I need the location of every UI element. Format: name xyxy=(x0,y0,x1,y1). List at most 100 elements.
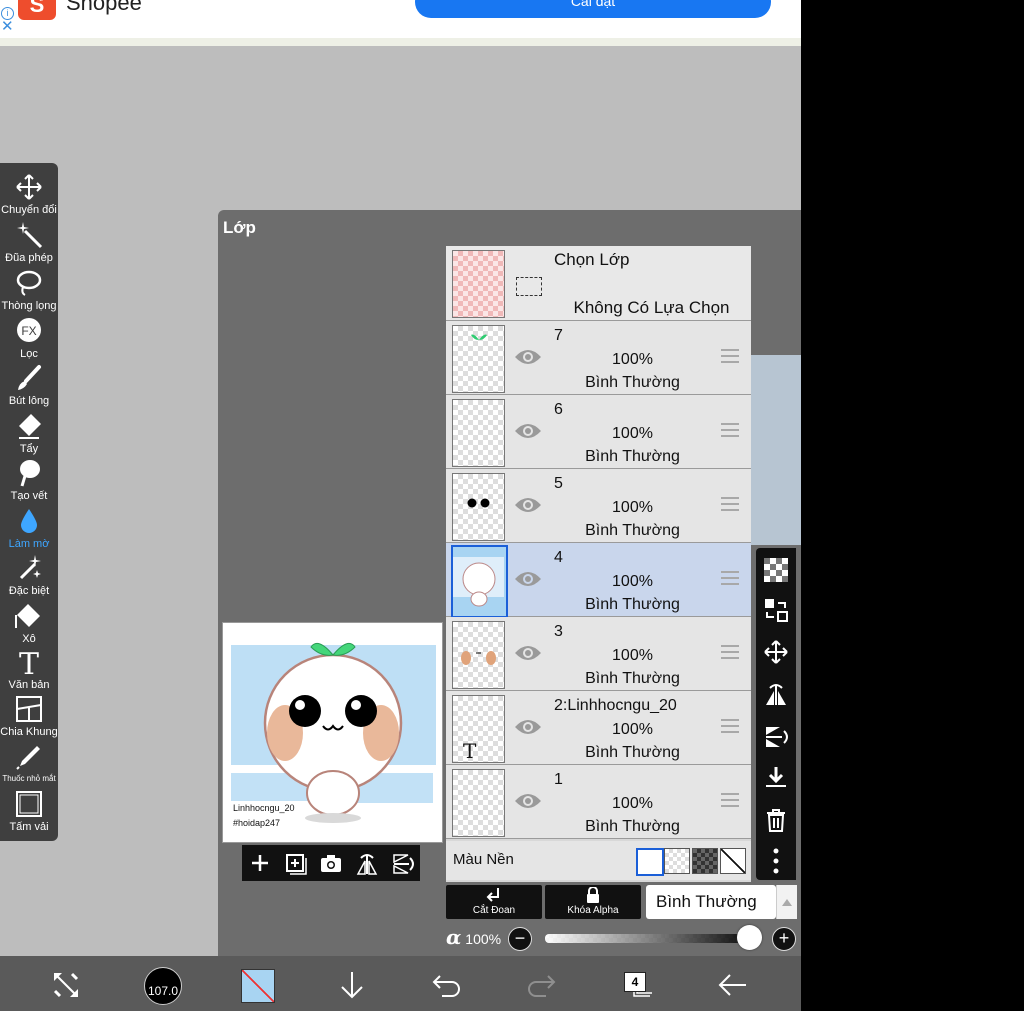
ad-banner[interactable]: S Shopee Cài đặt i ✕ xyxy=(0,0,801,38)
drag-handle-icon[interactable] xyxy=(721,719,739,737)
alpha-lock-icon xyxy=(587,887,599,903)
tool-label: Tấm vải xyxy=(9,821,49,833)
merge-down-icon[interactable] xyxy=(764,766,788,790)
tool-label: Tạo vết xyxy=(10,490,48,502)
undo-icon[interactable] xyxy=(432,972,462,998)
add-layer-icon[interactable] xyxy=(250,853,270,873)
drag-handle-icon[interactable] xyxy=(721,645,739,663)
layer-row[interactable]: 1 100% Bình Thường xyxy=(446,765,751,839)
color-swatch-button[interactable] xyxy=(241,969,275,1003)
layer-row[interactable]: 6 100% Bình Thường xyxy=(446,395,751,469)
back-arrow-icon[interactable] xyxy=(718,972,748,998)
bg-dark-checker-swatch[interactable] xyxy=(692,848,718,874)
layer-row[interactable]: T 2:Linhhocngu_20 100% Bình Thường xyxy=(446,691,751,765)
opacity-increase-button[interactable]: + xyxy=(772,927,796,951)
drag-handle-icon[interactable] xyxy=(721,793,739,811)
clip-button[interactable]: Cắt Đoan xyxy=(446,885,542,919)
more-vertical-icon[interactable] xyxy=(764,848,788,874)
tool-eyedropper[interactable]: Thuốc nhỏ mắt xyxy=(0,743,58,790)
tool-move[interactable]: Chuyển đổi xyxy=(0,173,58,220)
watermark-name: Linhhocngu_20 xyxy=(233,803,295,813)
tool-magic-wand[interactable]: Đũa phép xyxy=(0,221,58,268)
bg-light-checker-swatch[interactable] xyxy=(664,848,690,874)
add-special-layer-icon[interactable] xyxy=(285,853,307,875)
layer-row-selected[interactable]: 4 100% Bình Thường xyxy=(446,543,751,618)
layers-button[interactable]: 4 xyxy=(624,972,646,992)
drag-handle-icon[interactable] xyxy=(721,423,739,441)
tool-brush[interactable]: Bút lông xyxy=(0,364,58,411)
alpha-lock-button[interactable]: Khóa Alpha xyxy=(545,885,641,919)
brush-size-value: 107.0 xyxy=(147,984,179,998)
opacity-slider-knob[interactable] xyxy=(737,925,762,950)
eye-icon[interactable] xyxy=(514,643,542,663)
preview-flip-horizontal-icon[interactable] xyxy=(356,853,378,875)
tool-filter[interactable]: FX Lọc xyxy=(0,317,58,364)
preview-flip-vertical-icon[interactable] xyxy=(392,853,414,875)
tool-lasso[interactable]: Thòng lọng xyxy=(0,269,58,316)
drag-handle-icon[interactable] xyxy=(721,497,739,515)
layer-opacity: 100% xyxy=(612,499,653,516)
eye-icon[interactable] xyxy=(514,421,542,441)
redo-icon[interactable] xyxy=(526,972,556,998)
fx-icon: FX xyxy=(17,318,41,342)
selection-status: Không Có Lựa Chọn xyxy=(573,298,730,317)
frame-divider-icon xyxy=(16,696,42,722)
layer-name: 6 xyxy=(554,401,563,418)
layer-swap-icon[interactable] xyxy=(764,598,788,622)
eye-icon[interactable] xyxy=(514,347,542,367)
opacity-value: 100% xyxy=(465,931,502,947)
bottom-toolbar xyxy=(0,956,801,1011)
brush-size-indicator[interactable]: 107.0 xyxy=(144,967,182,1005)
layer-row[interactable]: 5 100% Bình Thường xyxy=(446,469,751,543)
tool-label: Chuyển đổi xyxy=(1,204,57,216)
layer-name: 5 xyxy=(554,475,563,492)
layer-move-icon[interactable] xyxy=(764,640,788,664)
tool-eraser[interactable]: Tẩy xyxy=(0,412,58,459)
flip-horizontal-icon[interactable] xyxy=(764,683,788,707)
tool-smudge[interactable]: Tạo vết xyxy=(0,459,58,506)
tool-bucket[interactable]: Xô xyxy=(0,602,58,649)
tool-canvas[interactable]: Tấm vải xyxy=(0,790,58,837)
ad-install-button[interactable]: Cài đặt xyxy=(415,0,771,18)
watermark-tag: #hoidap247 xyxy=(233,818,281,828)
layer-row[interactable]: 7 100% Bình Thường xyxy=(446,321,751,395)
tool-blur[interactable]: Làm mờ xyxy=(0,507,58,554)
tool-text[interactable]: T Văn bản xyxy=(0,648,58,695)
drag-handle-icon[interactable] xyxy=(721,571,739,589)
layer-row[interactable]: 3 100% Bình Thường xyxy=(446,617,751,691)
tool-label: Lọc xyxy=(20,348,38,360)
transform-tool-icon[interactable] xyxy=(52,971,80,999)
canvas-preview[interactable]: Linhhocngu_20 #hoidap247 xyxy=(222,622,443,843)
special-icon xyxy=(19,555,41,580)
camera-icon[interactable] xyxy=(320,853,342,873)
eye-icon[interactable] xyxy=(514,495,542,515)
transparency-checker-icon[interactable] xyxy=(764,558,788,582)
flip-vertical-icon[interactable] xyxy=(764,725,788,749)
layer-thumbnail xyxy=(452,621,505,689)
blend-mode-select[interactable]: Bình Thường xyxy=(646,885,776,919)
blend-mode-toggle[interactable] xyxy=(776,885,797,919)
tool-label: Thuốc nhỏ mắt xyxy=(2,774,56,783)
selection-layer-row[interactable]: Chọn Lớp Không Có Lựa Chọn xyxy=(446,246,751,321)
tool-frame-divider[interactable]: Chia Khung xyxy=(0,695,58,742)
trash-icon[interactable] xyxy=(764,808,788,832)
eye-icon[interactable] xyxy=(514,791,542,811)
opacity-slider[interactable] xyxy=(545,934,750,943)
chevron-up-icon xyxy=(782,899,792,906)
eye-icon[interactable] xyxy=(514,569,542,589)
bg-white-swatch[interactable] xyxy=(636,848,664,876)
ad-close-icon[interactable]: ✕ xyxy=(1,19,14,35)
opacity-decrease-button[interactable]: − xyxy=(508,927,532,951)
bg-none-swatch[interactable] xyxy=(720,848,746,874)
drag-handle-icon[interactable] xyxy=(721,349,739,367)
eye-icon[interactable] xyxy=(514,717,542,737)
panel-title: Lớp xyxy=(223,218,256,237)
layer-opacity: 100% xyxy=(612,795,653,812)
tool-label: Đặc biệt xyxy=(8,585,50,597)
background-label: Màu Nền xyxy=(453,851,514,868)
app-screen: S Shopee Cài đặt i ✕ Chuyển đổi Đũa phép… xyxy=(0,0,801,1011)
arrow-down-icon[interactable] xyxy=(338,970,366,1000)
tool-label: Thòng lọng xyxy=(1,300,57,312)
tool-special[interactable]: Đặc biệt xyxy=(0,554,58,601)
bucket-icon xyxy=(15,604,40,628)
